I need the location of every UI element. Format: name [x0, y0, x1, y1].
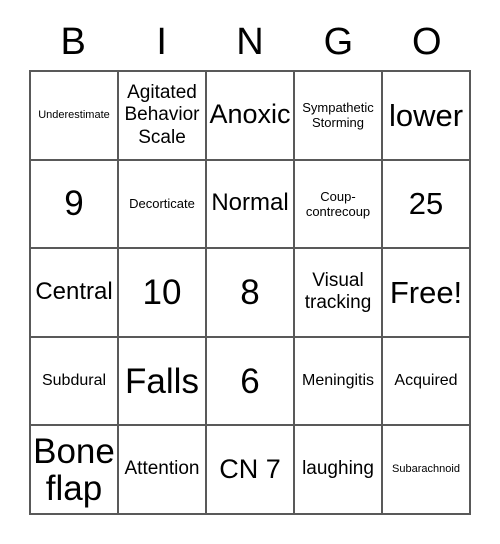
bingo-cell[interactable]: Meningitis: [295, 337, 383, 427]
bingo-header-letter-n: N: [236, 21, 264, 63]
bingo-cell-label: Central: [35, 278, 113, 306]
bingo-cell[interactable]: Attention: [119, 426, 207, 515]
bingo-header-letter-o: O: [412, 21, 442, 63]
bingo-row: Subdural Falls 6 Meningitis Acquired: [31, 337, 471, 427]
bingo-cell-label: 25: [408, 186, 444, 222]
bingo-header-letter-b: B: [60, 21, 86, 63]
bingo-cell[interactable]: laughing: [295, 426, 383, 515]
bingo-row: Bone flap Attention CN 7 laughing Subara…: [31, 426, 471, 515]
bingo-cell-label: Subdural: [41, 372, 107, 390]
bingo-cell[interactable]: 8: [207, 249, 295, 338]
bingo-cell-label: Agitated Behavior Scale: [124, 81, 200, 148]
bingo-header-letter-i: I: [156, 21, 167, 63]
bingo-cell[interactable]: Sympathetic Storming: [295, 72, 383, 161]
bingo-cell-label: Bone flap: [33, 431, 115, 508]
bingo-card: B I N G O Underestimate Agitated Behavio…: [0, 0, 500, 544]
bingo-cell[interactable]: Decorticate: [119, 160, 207, 250]
bingo-cell-label: Visual tracking: [304, 270, 372, 314]
bingo-cell-label: Acquired: [394, 372, 458, 390]
bingo-cell[interactable]: Coup-contrecoup: [295, 160, 383, 250]
bingo-row: Central 10 8 Visual tracking Free!: [31, 249, 471, 338]
bingo-cell[interactable]: Subarachnoid: [383, 426, 471, 515]
bingo-cell-label: Underestimate: [38, 108, 110, 121]
bingo-header-letter-g: G: [323, 21, 354, 63]
bingo-cell[interactable]: Anoxic: [207, 72, 295, 161]
bingo-row: Underestimate Agitated Behavior Scale An…: [31, 72, 471, 161]
bingo-cell-label: CN 7: [219, 453, 281, 484]
bingo-cell-label: Decorticate: [129, 196, 195, 212]
bingo-cell-label: Attention: [124, 458, 200, 480]
bingo-cell-label: Meningitis: [301, 372, 375, 390]
bingo-cell[interactable]: Underestimate: [31, 72, 119, 161]
bingo-row: 9 Decorticate Normal Coup-contrecoup 25: [31, 160, 471, 250]
bingo-cell[interactable]: 10: [119, 249, 207, 338]
bingo-cell[interactable]: lower: [383, 72, 471, 161]
bingo-cell-label: laughing: [302, 458, 374, 480]
bingo-cell[interactable]: 9: [31, 160, 119, 250]
bingo-cell-label: Subarachnoid: [392, 463, 460, 476]
bingo-cell-label: lower: [388, 97, 464, 133]
bingo-cell[interactable]: Normal: [207, 160, 295, 250]
bingo-cell-free-space[interactable]: Free!: [383, 249, 471, 338]
bingo-cell[interactable]: Acquired: [383, 337, 471, 427]
bingo-cell-label: 10: [142, 272, 182, 312]
bingo-cell-label: Coup-contrecoup: [305, 188, 371, 219]
bingo-cell[interactable]: Falls: [119, 337, 207, 427]
bingo-cell-label: Anoxic: [209, 99, 291, 130]
bingo-cell[interactable]: CN 7: [207, 426, 295, 515]
bingo-cell[interactable]: Subdural: [31, 337, 119, 427]
bingo-cell[interactable]: Bone flap: [31, 426, 119, 515]
bingo-cell-label: 9: [64, 184, 84, 224]
bingo-grid: Underestimate Agitated Behavior Scale An…: [29, 70, 471, 515]
bingo-header-row: B I N G O: [29, 14, 471, 70]
bingo-cell[interactable]: 25: [383, 160, 471, 250]
bingo-cell-label: Normal: [211, 189, 289, 217]
bingo-free-space-label: Free!: [389, 274, 463, 310]
bingo-cell-label: 8: [240, 272, 260, 312]
bingo-cell-label: Falls: [125, 361, 199, 401]
bingo-cell[interactable]: Agitated Behavior Scale: [119, 72, 207, 161]
bingo-cell[interactable]: 6: [207, 337, 295, 427]
bingo-cell[interactable]: Visual tracking: [295, 249, 383, 338]
bingo-cell-label: Sympathetic Storming: [302, 99, 374, 131]
bingo-cell-label: 6: [240, 361, 260, 401]
bingo-cell[interactable]: Central: [31, 249, 119, 338]
